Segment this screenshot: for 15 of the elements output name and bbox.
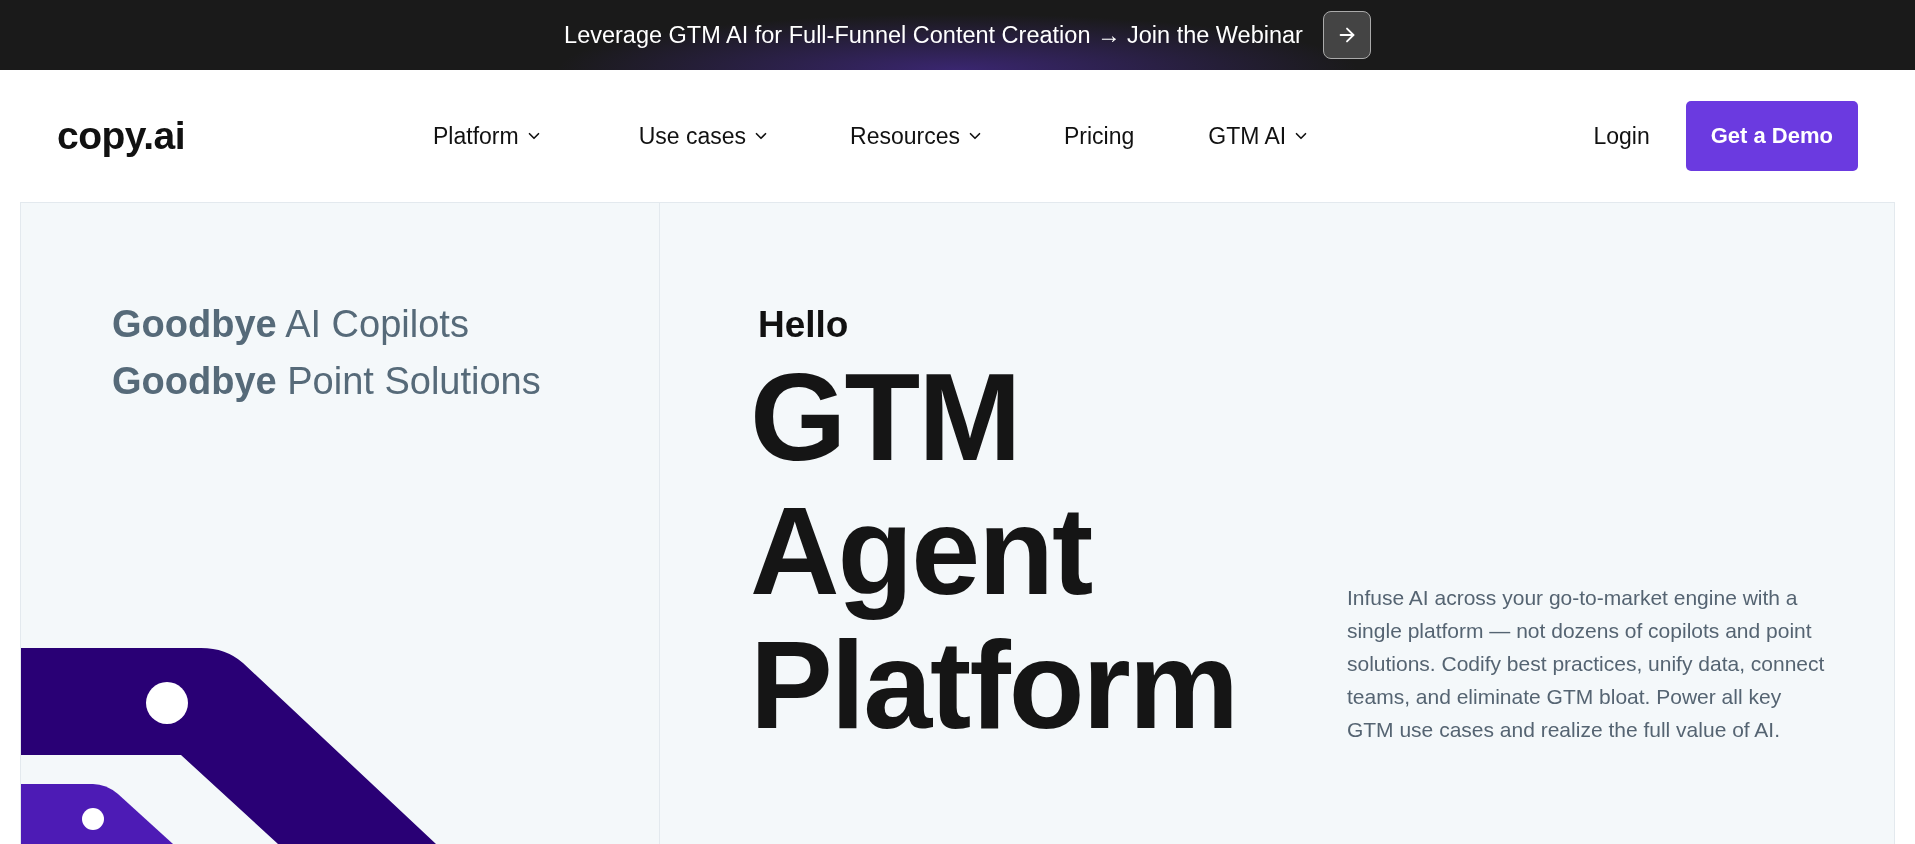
- webinar-arrow-button[interactable]: [1322, 11, 1371, 59]
- nav-link[interactable]: Use cases: [638, 122, 770, 150]
- goodbye-line: Goodbye Point Solutions: [112, 360, 542, 403]
- hero-eyebrow: Hello: [758, 304, 850, 346]
- get-demo-button[interactable]: Get a Demo: [1685, 101, 1858, 171]
- goodbye-line: Goodbye AI Copilots: [112, 303, 470, 346]
- nav-link[interactable]: Pricing: [1063, 122, 1135, 150]
- login-link[interactable]: Login: [1593, 122, 1650, 150]
- nav-link[interactable]: Platform: [433, 122, 543, 150]
- hero-description: Infuse AI across your go-to-market engine with a single platform — not dozens of copilots and point solutions. Codify best practices, unify data, connect teams, and eliminate GTM bloat. Power all key GTM use cases and realize the full value of AI.: [1346, 585, 1826, 743]
- announcement-text: Leverage GTM AI for Full-Funnel Content Creation → Join the Webinar: [564, 21, 1303, 49]
- logo[interactable]: copy.ai: [57, 114, 185, 158]
- hero-title: GTM Agent Platform: [750, 350, 1237, 752]
- nav-link[interactable]: Resources: [850, 122, 984, 150]
- nav-link[interactable]: GTM AI: [1208, 122, 1311, 150]
